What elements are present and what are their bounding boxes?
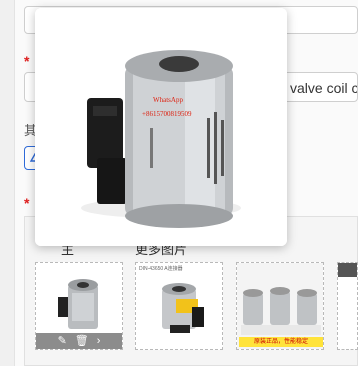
watermark-phone: +8615700819509 bbox=[142, 110, 192, 118]
required-mark: * bbox=[24, 53, 30, 69]
thumbnail-action-bar: ✎ 🗑 › bbox=[36, 333, 122, 349]
next-arrow-icon[interactable]: › bbox=[97, 333, 101, 349]
image-preview-popup: WhatsApp +8615700819509 bbox=[35, 8, 287, 246]
thumbnail-caption: DIN-43650 A连接器 bbox=[139, 266, 183, 272]
required-mark-images: * bbox=[24, 195, 30, 211]
left-sidebar-strip bbox=[0, 0, 15, 366]
thumbnail-main[interactable]: ✎ 🗑 › bbox=[35, 262, 123, 350]
thumbnail-coil-set[interactable]: 原装正品，性能稳定 bbox=[236, 262, 324, 350]
thumbnail-partial[interactable] bbox=[337, 262, 358, 350]
edit-icon[interactable]: ✎ bbox=[58, 333, 67, 349]
coil-connector-image bbox=[162, 283, 204, 333]
thumbnail-partial-header bbox=[338, 263, 357, 277]
watermark-whatsapp: WhatsApp bbox=[153, 96, 183, 104]
delete-icon[interactable]: 🗑 bbox=[75, 333, 89, 349]
solenoid-coil-preview-image bbox=[35, 8, 287, 246]
title-input-value: l valve coil cra bbox=[283, 80, 357, 96]
thumbnail-connector[interactable]: DIN-43650 A连接器 bbox=[135, 262, 223, 350]
thumbnail-caption: 原装正品，性能稳定 bbox=[239, 337, 323, 347]
